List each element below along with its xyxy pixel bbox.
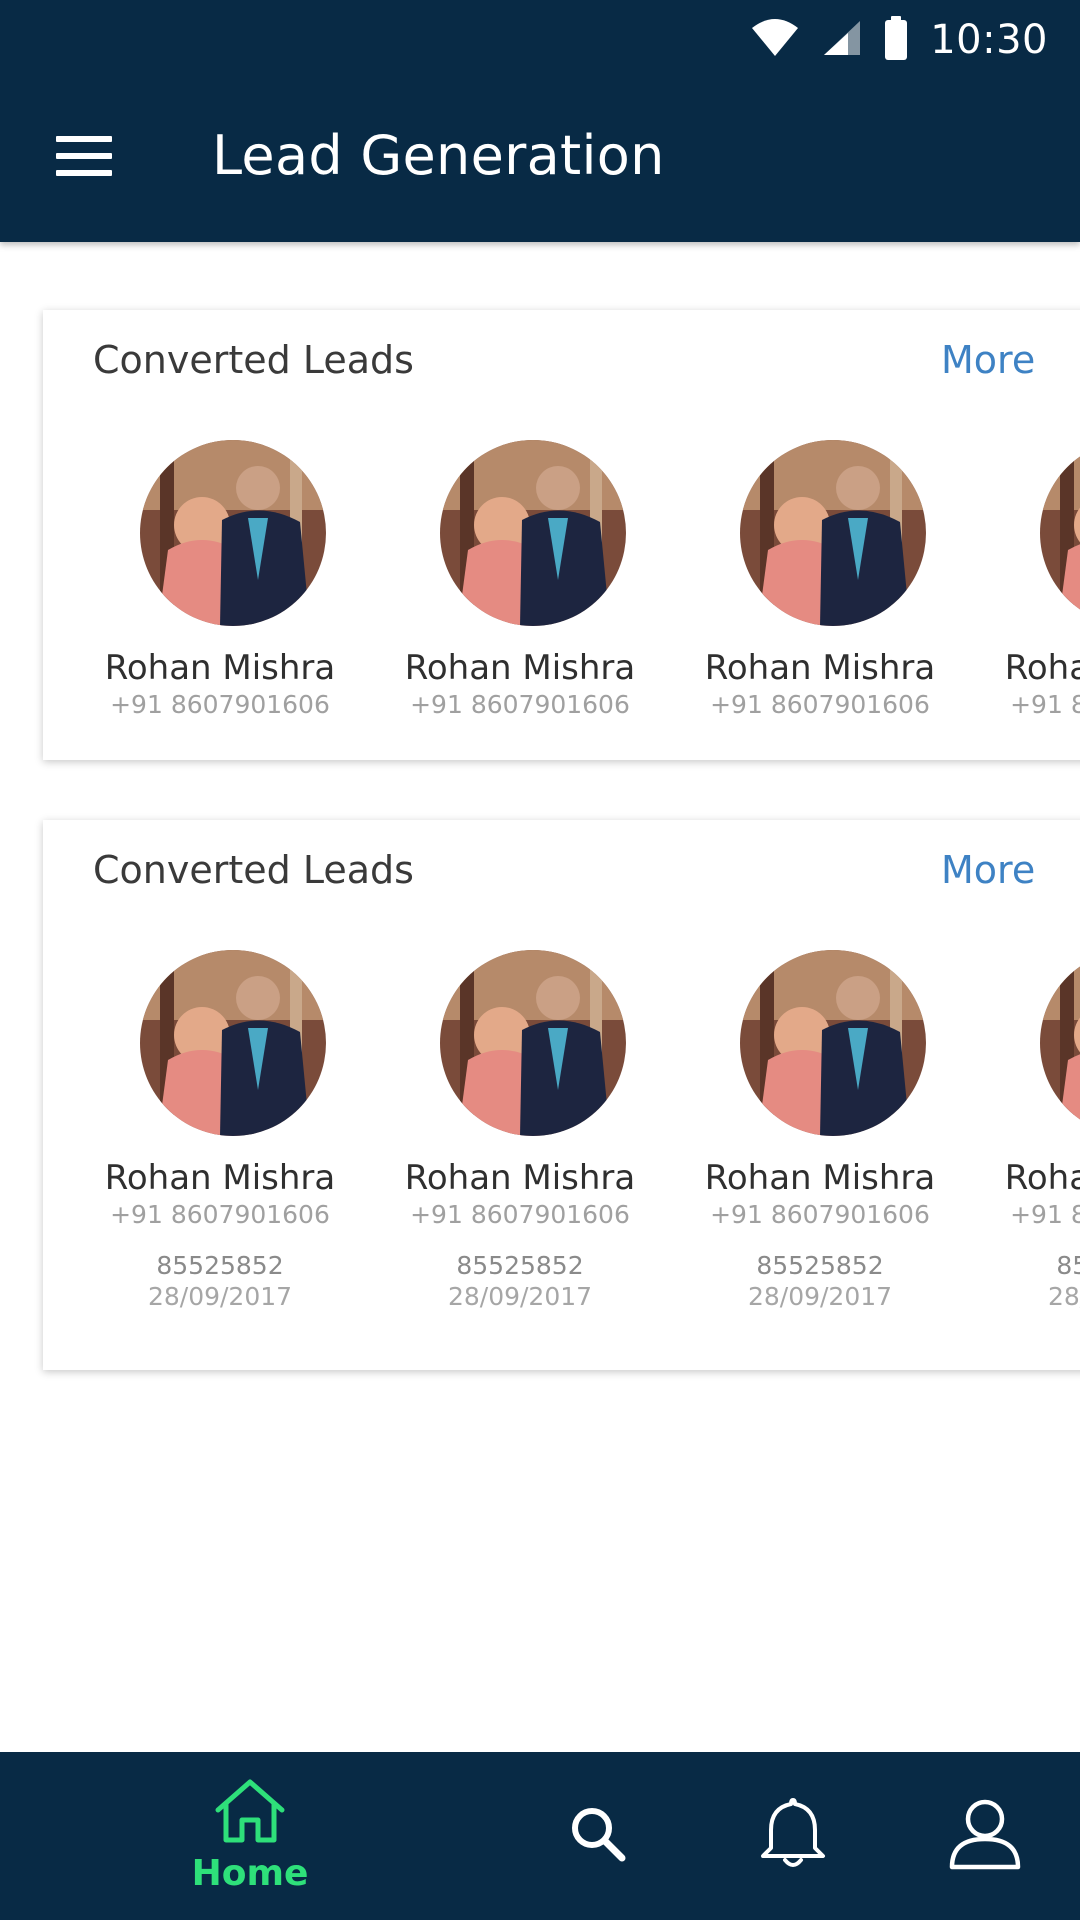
- lead-name: Rohan Mishra: [104, 648, 336, 688]
- top-app-bar: 10:30 Lead Generation: [0, 0, 1080, 242]
- battery-icon: [884, 15, 908, 65]
- nav-search[interactable]: [540, 1752, 655, 1920]
- leads-carousel[interactable]: Rohan Mishra +91 8607901606 Rohan Mishra…: [43, 440, 1080, 760]
- bottom-navigation: Home: [0, 1752, 1080, 1920]
- avatar: [1040, 440, 1080, 626]
- status-time: 10:30: [930, 17, 1048, 63]
- lead-phone: +91 8607901606: [110, 690, 330, 719]
- lead-id: 85525852: [156, 1251, 284, 1280]
- cellular-signal-icon: [822, 19, 862, 62]
- search-icon: [568, 1804, 628, 1869]
- lead-phone: +91 8607901606: [1010, 1200, 1080, 1229]
- lead-phone: +91 8607901606: [410, 1200, 630, 1229]
- avatar: [740, 440, 926, 626]
- lead-item[interactable]: Rohan Mishra +91 8607901606 85525852 28/…: [703, 950, 963, 1311]
- lead-date: 28/09/2017: [147, 1282, 293, 1311]
- avatar: [140, 950, 326, 1136]
- hamburger-icon: [56, 135, 112, 181]
- nav-home-label: Home: [191, 1853, 309, 1894]
- lead-item[interactable]: Rohan Mishra +91 8607901606 85525852 28/…: [1003, 950, 1080, 1311]
- nav-profile[interactable]: [925, 1752, 1045, 1920]
- lead-phone: +91 8607901606: [410, 690, 630, 719]
- avatar: [440, 440, 626, 626]
- more-link[interactable]: More: [941, 848, 1035, 892]
- avatar: [740, 950, 926, 1136]
- lead-item[interactable]: Rohan Mishra +91 8607901606 85525852 28/…: [403, 950, 663, 1311]
- nav-home[interactable]: Home: [180, 1752, 320, 1920]
- lead-id: 85525852: [1056, 1251, 1080, 1280]
- lead-date: 28/09/2017: [747, 1282, 893, 1311]
- status-icons: 10:30: [750, 12, 1048, 68]
- avatar: [1040, 950, 1080, 1136]
- lead-item[interactable]: Rohan Mishra +91 8607901606: [1003, 440, 1080, 719]
- app-bar: Lead Generation: [0, 80, 1080, 242]
- menu-button[interactable]: [44, 126, 124, 190]
- converted-leads-card-2: Converted Leads More Rohan Mishra +91 86…: [43, 820, 1080, 1370]
- more-link[interactable]: More: [941, 338, 1035, 382]
- lead-id: 85525852: [756, 1251, 884, 1280]
- wifi-icon: [750, 18, 800, 63]
- lead-item[interactable]: Rohan Mishra +91 8607901606 85525852 28/…: [103, 950, 363, 1311]
- lead-name: Rohan Mishra: [1004, 1158, 1080, 1198]
- lead-phone: +91 8607901606: [110, 1200, 330, 1229]
- section-title: Converted Leads: [93, 338, 414, 382]
- lead-phone: +91 8607901606: [710, 1200, 930, 1229]
- lead-name: Rohan Mishra: [1004, 648, 1080, 688]
- lead-name: Rohan Mishra: [704, 648, 936, 688]
- status-bar: 10:30: [0, 0, 1080, 80]
- lead-date: 28/09/2017: [1047, 1282, 1080, 1311]
- lead-phone: +91 8607901606: [1010, 690, 1080, 719]
- avatar: [140, 440, 326, 626]
- lead-phone: +91 8607901606: [710, 690, 930, 719]
- profile-icon: [948, 1797, 1022, 1876]
- lead-id: 85525852: [456, 1251, 584, 1280]
- page-title: Lead Generation: [212, 124, 665, 187]
- lead-date: 28/09/2017: [447, 1282, 593, 1311]
- bell-icon: [757, 1796, 829, 1877]
- lead-item[interactable]: Rohan Mishra +91 8607901606: [703, 440, 963, 719]
- avatar: [440, 950, 626, 1136]
- lead-item[interactable]: Rohan Mishra +91 8607901606: [403, 440, 663, 719]
- lead-item[interactable]: Rohan Mishra +91 8607901606: [103, 440, 363, 719]
- leads-carousel[interactable]: Rohan Mishra +91 8607901606 85525852 28/…: [43, 950, 1080, 1350]
- nav-notifications[interactable]: [735, 1752, 850, 1920]
- lead-name: Rohan Mishra: [404, 1158, 636, 1198]
- section-title: Converted Leads: [93, 848, 414, 892]
- converted-leads-card-1: Converted Leads More Rohan Mishra +91 86…: [43, 310, 1080, 760]
- home-icon: [212, 1778, 288, 1849]
- lead-name: Rohan Mishra: [104, 1158, 336, 1198]
- lead-name: Rohan Mishra: [704, 1158, 936, 1198]
- lead-name: Rohan Mishra: [404, 648, 636, 688]
